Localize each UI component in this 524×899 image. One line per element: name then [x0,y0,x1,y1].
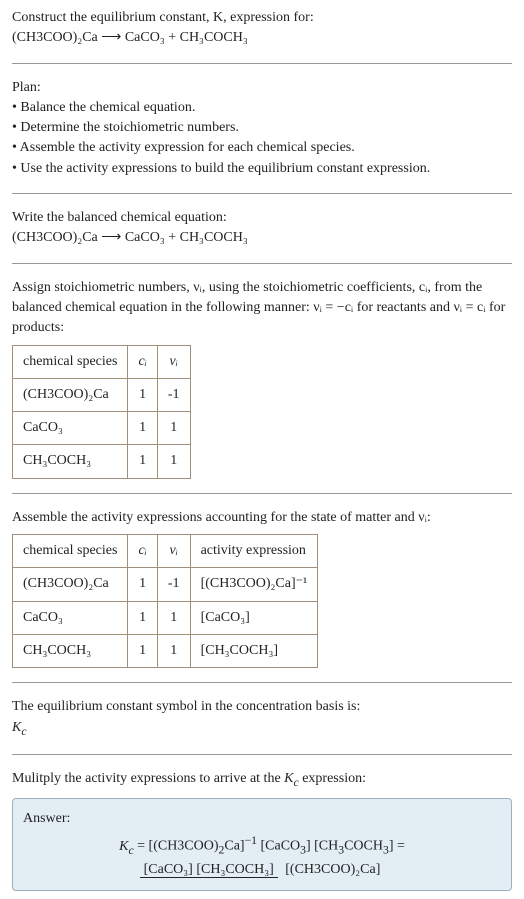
table-row: CH₃COCH₃ 1 1 [13,445,191,478]
intro-text: Construct the equilibrium constant, K, e… [12,10,314,25]
cell-species: CaCO₃ [13,412,128,445]
cell-ci: 1 [128,568,157,601]
multiply-text: Mulitply the activity expressions to arr… [12,771,366,786]
cell-activity: [CH₃COCH₃] [190,634,318,667]
cell-species: CaCO₃ [13,601,128,634]
col-activity: activity expression [190,535,318,568]
plan-block: Plan: • Balance the chemical equation. •… [12,78,512,179]
cell-nui: 1 [157,601,190,634]
plan-title: Plan: [12,80,41,95]
assemble-text: Assemble the activity expressions accoun… [12,510,431,525]
cell-ci: 1 [128,445,157,478]
divider [12,682,512,683]
table-header-row: chemical species cᵢ νᵢ activity expressi… [13,535,318,568]
answer-box: Answer: Kc = [(CH3COO)2Ca]−1 [CaCO3] [CH… [12,798,512,891]
table-row: CaCO₃ 1 1 [13,412,191,445]
cell-ci: 1 [128,601,157,634]
cell-nui: 1 [157,634,190,667]
cell-ci: 1 [128,412,157,445]
plan-item: • Use the activity expressions to build … [12,161,430,176]
table-row: CH₃COCH₃ 1 1 [CH₃COCH₃] [13,634,318,667]
plan-item: • Assemble the activity expression for e… [12,140,355,155]
table-row: (CH3COO)₂Ca 1 -1 [(CH3COO)₂Ca]⁻¹ [13,568,318,601]
balanced-block: Write the balanced chemical equation: (C… [12,208,512,249]
col-species: chemical species [13,345,128,378]
col-nui: νᵢ [157,345,190,378]
cell-activity: [(CH3COO)₂Ca]⁻¹ [190,568,318,601]
intro-block: Construct the equilibrium constant, K, e… [12,8,512,49]
table-row: (CH3COO)₂Ca 1 -1 [13,378,191,411]
answer-label: Answer: [23,811,70,826]
cell-nui: 1 [157,445,190,478]
cell-nui: 1 [157,412,190,445]
table-header-row: chemical species cᵢ νᵢ [13,345,191,378]
frac-numerator: [CaCO₃] [CH₃COCH₃] [140,862,278,878]
divider [12,754,512,755]
plan-item: • Determine the stoichiometric numbers. [12,120,239,135]
cell-activity: [CaCO₃] [190,601,318,634]
cell-species: (CH3COO)₂Ca [13,568,128,601]
assign-text: Assign stoichiometric numbers, νᵢ, using… [12,280,505,336]
multiply-block: Mulitply the activity expressions to arr… [12,769,512,792]
cell-ci: 1 [128,634,157,667]
cell-ci: 1 [128,378,157,411]
symbol-block: The equilibrium constant symbol in the c… [12,697,512,740]
intro-equation: (CH3COO)₂Ca ⟶ CaCO₃ + CH₃COCH₃ [12,30,248,45]
cell-species: CH₃COCH₃ [13,634,128,667]
divider [12,493,512,494]
cell-nui: -1 [157,378,190,411]
divider [12,193,512,194]
col-species: chemical species [13,535,128,568]
table-row: CaCO₃ 1 1 [CaCO₃] [13,601,318,634]
assign-table: chemical species cᵢ νᵢ (CH3COO)₂Ca 1 -1 … [12,345,191,479]
cell-species: CH₃COCH₃ [13,445,128,478]
assemble-block: Assemble the activity expressions accoun… [12,508,512,668]
divider [12,63,512,64]
col-ci: cᵢ [128,535,157,568]
assign-block: Assign stoichiometric numbers, νᵢ, using… [12,278,512,479]
assemble-table: chemical species cᵢ νᵢ activity expressi… [12,534,318,668]
col-ci: cᵢ [128,345,157,378]
symbol-text: The equilibrium constant symbol in the c… [12,699,360,714]
balanced-equation: (CH3COO)₂Ca ⟶ CaCO₃ + CH₃COCH₃ [12,230,248,245]
cell-species: (CH3COO)₂Ca [13,378,128,411]
frac-denominator: [(CH3COO)₂Ca] [281,862,384,877]
divider [12,263,512,264]
cell-nui: -1 [157,568,190,601]
col-nui: νᵢ [157,535,190,568]
answer-equation: Kc = [(CH3COO)2Ca]−1 [CaCO3] [CH3COCH3] … [23,833,501,880]
plan-item: • Balance the chemical equation. [12,100,195,115]
balanced-title: Write the balanced chemical equation: [12,210,227,225]
kc-symbol: Kc [12,720,27,735]
